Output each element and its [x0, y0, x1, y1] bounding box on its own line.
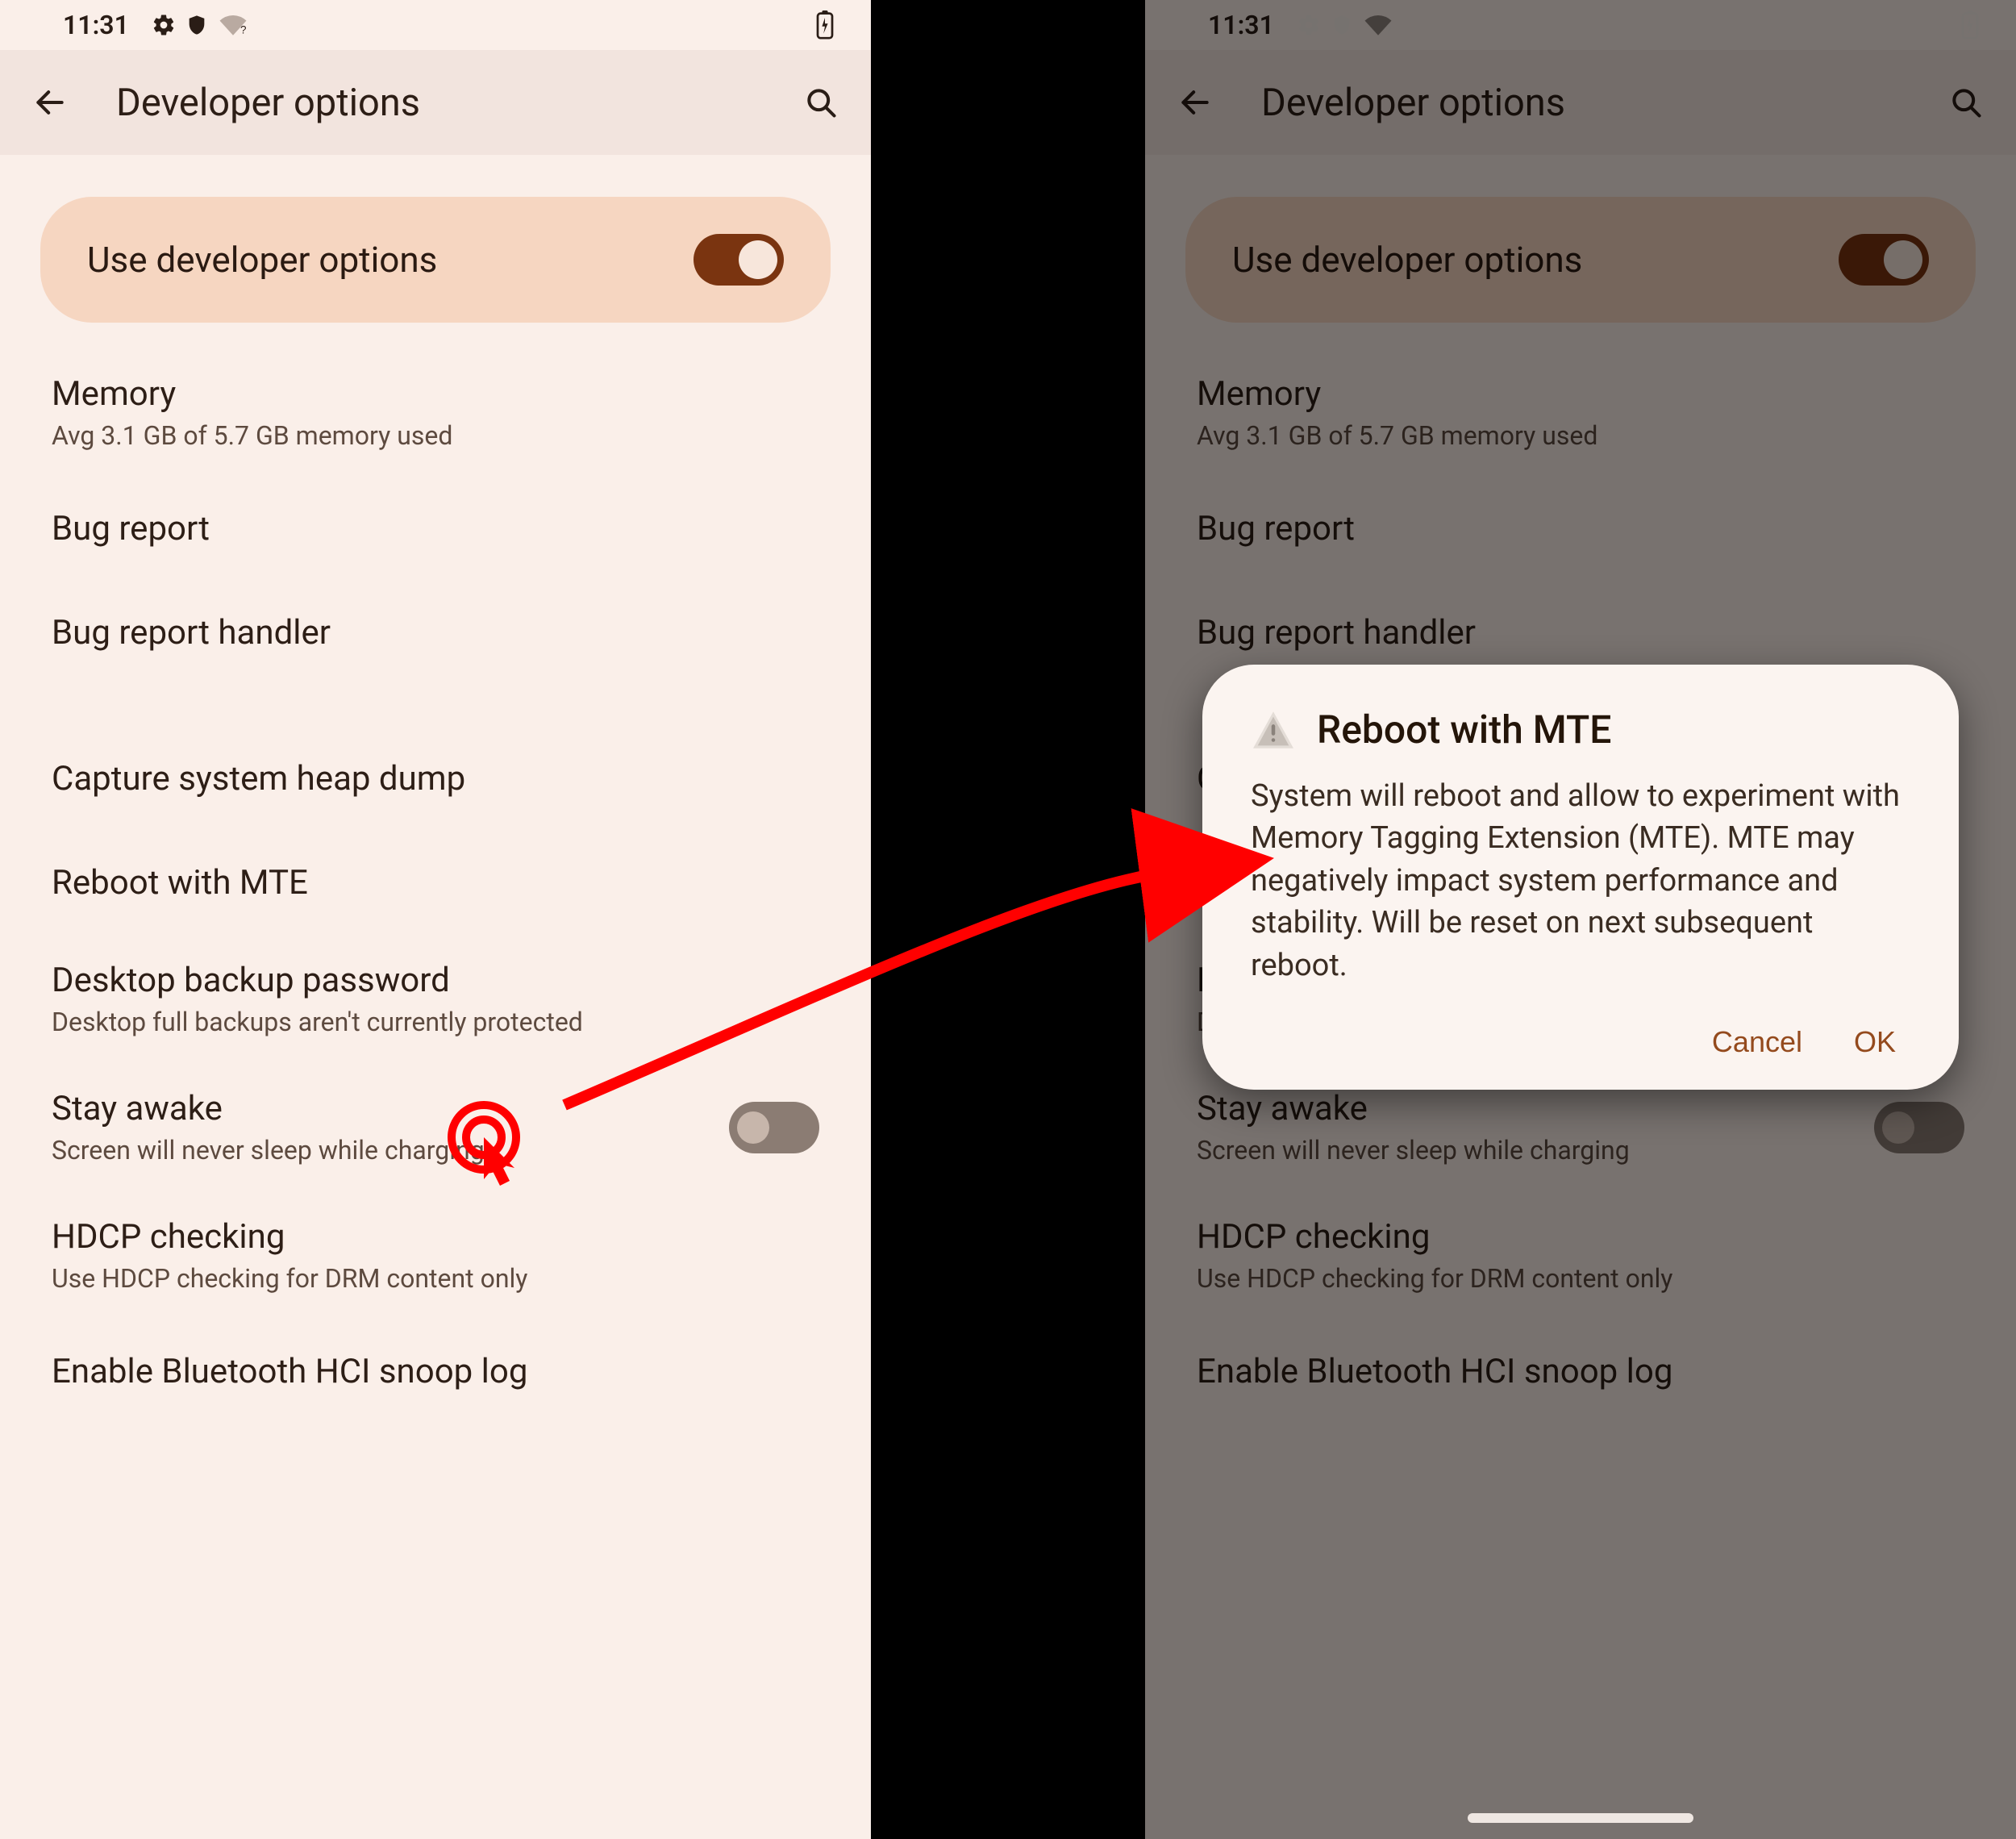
wifi-icon: ? — [218, 13, 248, 37]
back-icon[interactable] — [31, 83, 69, 122]
app-header: Developer options — [0, 50, 871, 155]
search-icon[interactable] — [802, 83, 840, 122]
item-stayawake[interactable]: Stay awake Screen will never sleep while… — [0, 1063, 871, 1191]
gear-icon — [152, 13, 176, 37]
master-toggle-card[interactable]: Use developer options — [40, 197, 831, 323]
status-bar: 11:31 ? — [0, 0, 871, 50]
item-bughandler[interactable]: Bug report handler — [0, 581, 871, 685]
stayawake-toggle[interactable] — [729, 1102, 819, 1153]
ok-button[interactable]: OK — [1854, 1025, 1896, 1059]
item-btsnoop[interactable]: Enable Bluetooth HCI snoop log — [0, 1320, 871, 1424]
item-backup[interactable]: Desktop backup password Desktop full bac… — [0, 935, 871, 1063]
dialog-title: Reboot with MTE — [1317, 707, 1611, 753]
item-bugreport[interactable]: Bug report — [0, 477, 871, 581]
phone-right: 11:31 ? Developer options Use developer … — [1145, 0, 2016, 1839]
battery-icon — [816, 10, 834, 40]
master-toggle-label: Use developer options — [87, 239, 437, 281]
mte-dialog: Reboot with MTE System will reboot and a… — [1202, 665, 1959, 1090]
gesture-nav-pill[interactable] — [1468, 1813, 1693, 1823]
dialog-body: System will reboot and allow to experime… — [1251, 775, 1910, 986]
item-hdcp[interactable]: HDCP checking Use HDCP checking for DRM … — [0, 1191, 871, 1320]
warning-icon — [1251, 710, 1296, 750]
statusbar-clock: 11:31 — [63, 10, 129, 40]
phone-left: 11:31 ? Developer options Use developer … — [0, 0, 871, 1839]
shield-icon — [185, 14, 208, 36]
phone-gap — [871, 0, 1145, 1839]
master-toggle[interactable] — [694, 234, 784, 286]
svg-text:?: ? — [240, 24, 247, 36]
item-memory[interactable]: Memory Avg 3.1 GB of 5.7 GB memory used — [0, 348, 871, 477]
item-reboot-mte[interactable]: Reboot with MTE — [0, 831, 871, 935]
header-title: Developer options — [116, 81, 802, 125]
settings-list[interactable]: Use developer options Memory Avg 3.1 GB … — [0, 197, 871, 1456]
item-heapdump[interactable]: Capture system heap dump — [0, 727, 871, 831]
cancel-button[interactable]: Cancel — [1712, 1025, 1802, 1059]
